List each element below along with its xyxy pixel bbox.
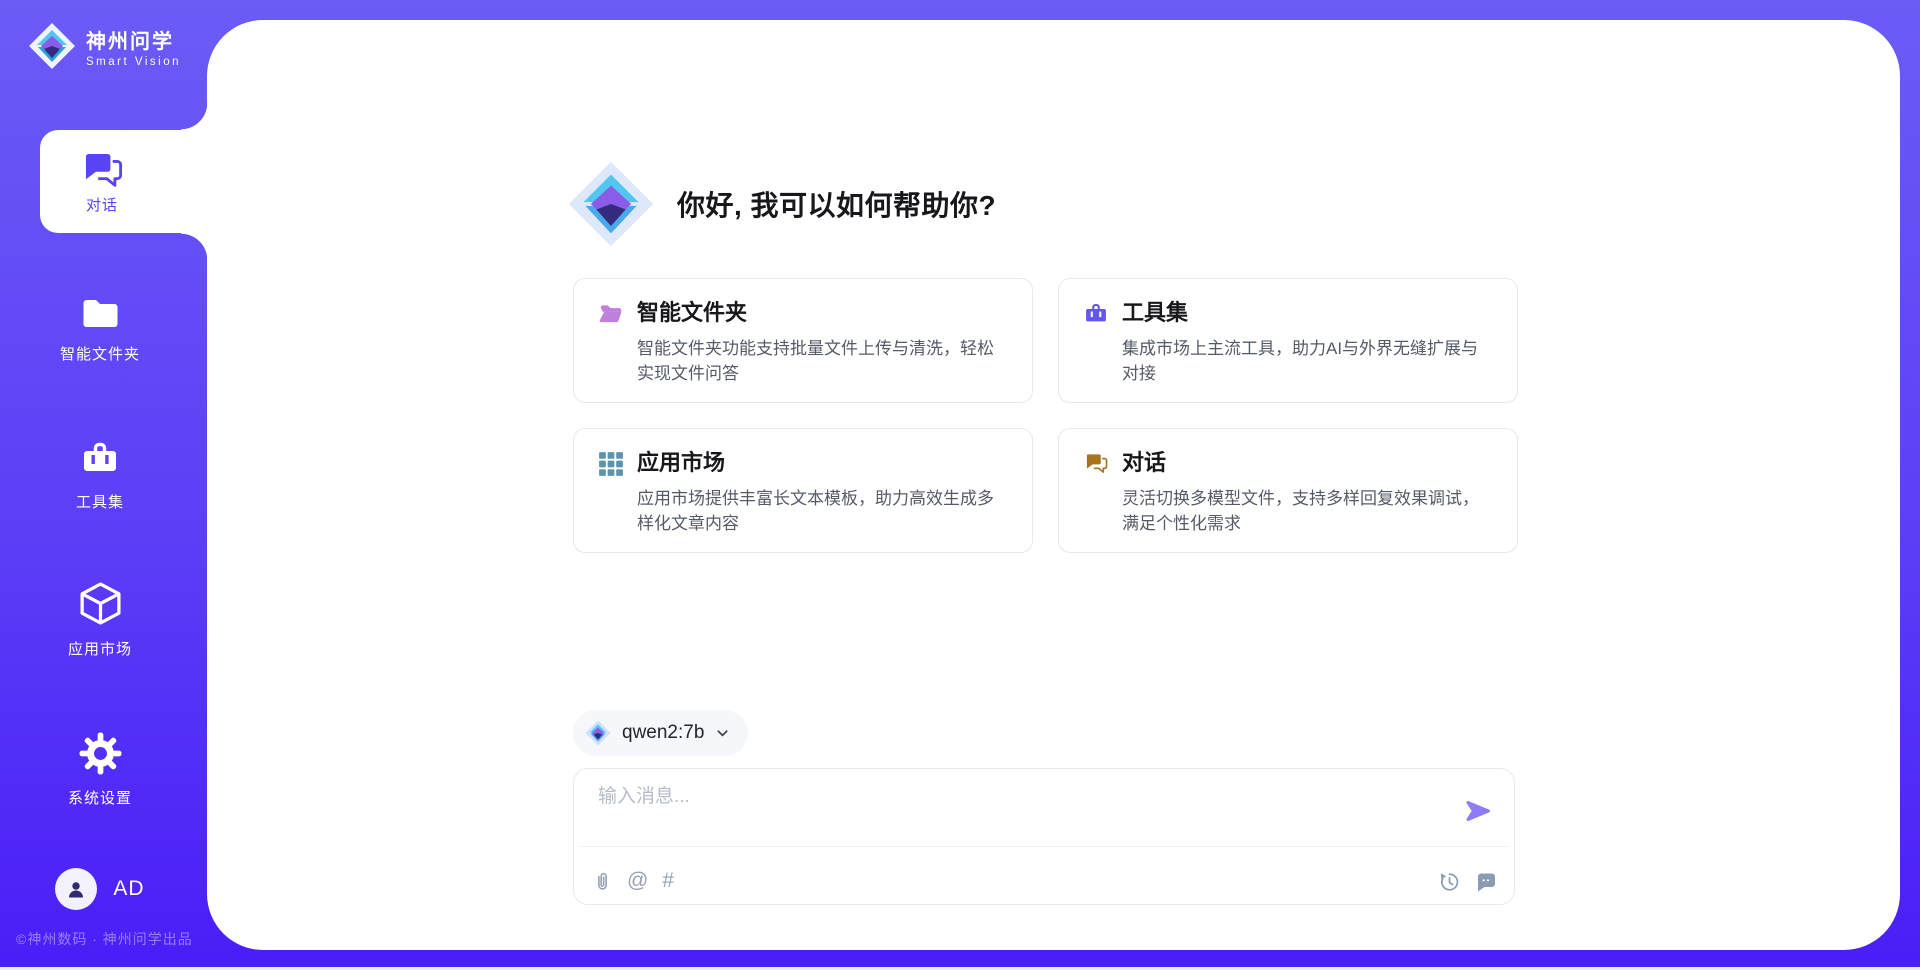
sidebar-item-chat[interactable]: 对话: [40, 130, 208, 233]
composer: @ #: [573, 768, 1515, 905]
tab-curve-bottom: [181, 233, 208, 260]
composer-tools-right: [1438, 870, 1496, 892]
card-app-market[interactable]: 应用市场 应用市场提供丰富长文本模板，助力高效生成多样化文章内容: [573, 428, 1033, 553]
card-chat[interactable]: 对话 灵活切换多模型文件，支持多样回复效果调试，满足个性化需求: [1058, 428, 1518, 553]
card-toolset[interactable]: 工具集 集成市场上主流工具，助力AI与外界无缝扩展与对接: [1058, 278, 1518, 403]
folder-open-icon: [598, 301, 624, 327]
cube-icon: [77, 580, 124, 627]
greeting-title: 你好, 我可以如何帮助你?: [677, 184, 996, 224]
send-icon[interactable]: [1464, 797, 1492, 825]
gear-icon: [78, 731, 123, 776]
card-title: 对话: [1122, 450, 1493, 477]
user-profile[interactable]: AD: [0, 868, 200, 910]
brand-name: 神州问学: [86, 25, 181, 54]
model-logo-icon: [585, 720, 611, 746]
sidebar-item-label: 对话: [86, 194, 118, 215]
chat-icon: [1083, 451, 1109, 477]
avatar: [55, 868, 97, 910]
feature-cards: 智能文件夹 智能文件夹功能支持批量文件上传与清洗，轻松实现文件问答 工具集 集成…: [573, 278, 1518, 553]
tab-curve-top: [181, 103, 208, 130]
footer-note: ©神州数码 · 神州问学出品: [16, 929, 193, 949]
composer-divider: [580, 846, 1508, 847]
folder-icon: [80, 296, 121, 332]
card-smart-folder[interactable]: 智能文件夹 智能文件夹功能支持批量文件上传与清洗，轻松实现文件问答: [573, 278, 1033, 403]
card-title: 应用市场: [637, 450, 1008, 477]
main-panel: 你好, 我可以如何帮助你? 智能文件夹 智能文件夹功能支持批量文件上传与清洗，轻…: [207, 20, 1900, 950]
assistant-logo-icon: [567, 160, 655, 248]
grid-icon: [598, 451, 624, 477]
brand-logo-icon: [28, 22, 76, 70]
chat-icon: [79, 150, 125, 192]
app-root: 你好, 我可以如何帮助你? 智能文件夹 智能文件夹功能支持批量文件上传与清洗，轻…: [0, 0, 1920, 970]
card-description: 集成市场上主流工具，助力AI与外界无缝扩展与对接: [1122, 336, 1493, 386]
mention-icon[interactable]: @: [627, 870, 648, 892]
chevron-down-icon: [715, 726, 730, 741]
history-icon[interactable]: [1438, 870, 1460, 892]
card-description: 灵活切换多模型文件，支持多样回复效果调试，满足个性化需求: [1122, 486, 1493, 536]
sidebar-item-label: 工具集: [76, 491, 124, 512]
model-selector[interactable]: qwen2:7b: [573, 710, 748, 756]
person-icon: [64, 877, 88, 901]
greeting: 你好, 我可以如何帮助你?: [567, 160, 996, 248]
sidebar-item-label: 智能文件夹: [60, 343, 140, 364]
sidebar-item-label: 应用市场: [68, 638, 132, 659]
toolbox-icon: [79, 438, 121, 480]
composer-tools-left: @ #: [592, 870, 674, 892]
brand: 神州问学 Smart Vision: [28, 22, 181, 70]
sidebar-item-toolset[interactable]: 工具集: [0, 438, 200, 512]
chat-bubble-icon[interactable]: [1474, 870, 1496, 892]
card-description: 应用市场提供丰富长文本模板，助力高效生成多样化文章内容: [637, 486, 1008, 536]
sidebar-item-label: 系统设置: [68, 787, 132, 808]
model-name: qwen2:7b: [622, 722, 704, 744]
sidebar-item-settings[interactable]: 系统设置: [0, 731, 200, 808]
card-title: 智能文件夹: [637, 300, 1008, 327]
briefcase-icon: [1083, 301, 1109, 327]
hashtag-icon[interactable]: #: [662, 870, 674, 892]
user-name: AD: [113, 877, 144, 901]
card-title: 工具集: [1122, 300, 1493, 327]
attachment-icon[interactable]: [592, 870, 613, 892]
brand-subtitle: Smart Vision: [86, 56, 181, 68]
card-description: 智能文件夹功能支持批量文件上传与清洗，轻松实现文件问答: [637, 336, 1008, 386]
sidebar-item-app-market[interactable]: 应用市场: [0, 580, 200, 659]
message-input[interactable]: [596, 785, 1420, 809]
sidebar-item-smart-folder[interactable]: 智能文件夹: [0, 296, 200, 364]
